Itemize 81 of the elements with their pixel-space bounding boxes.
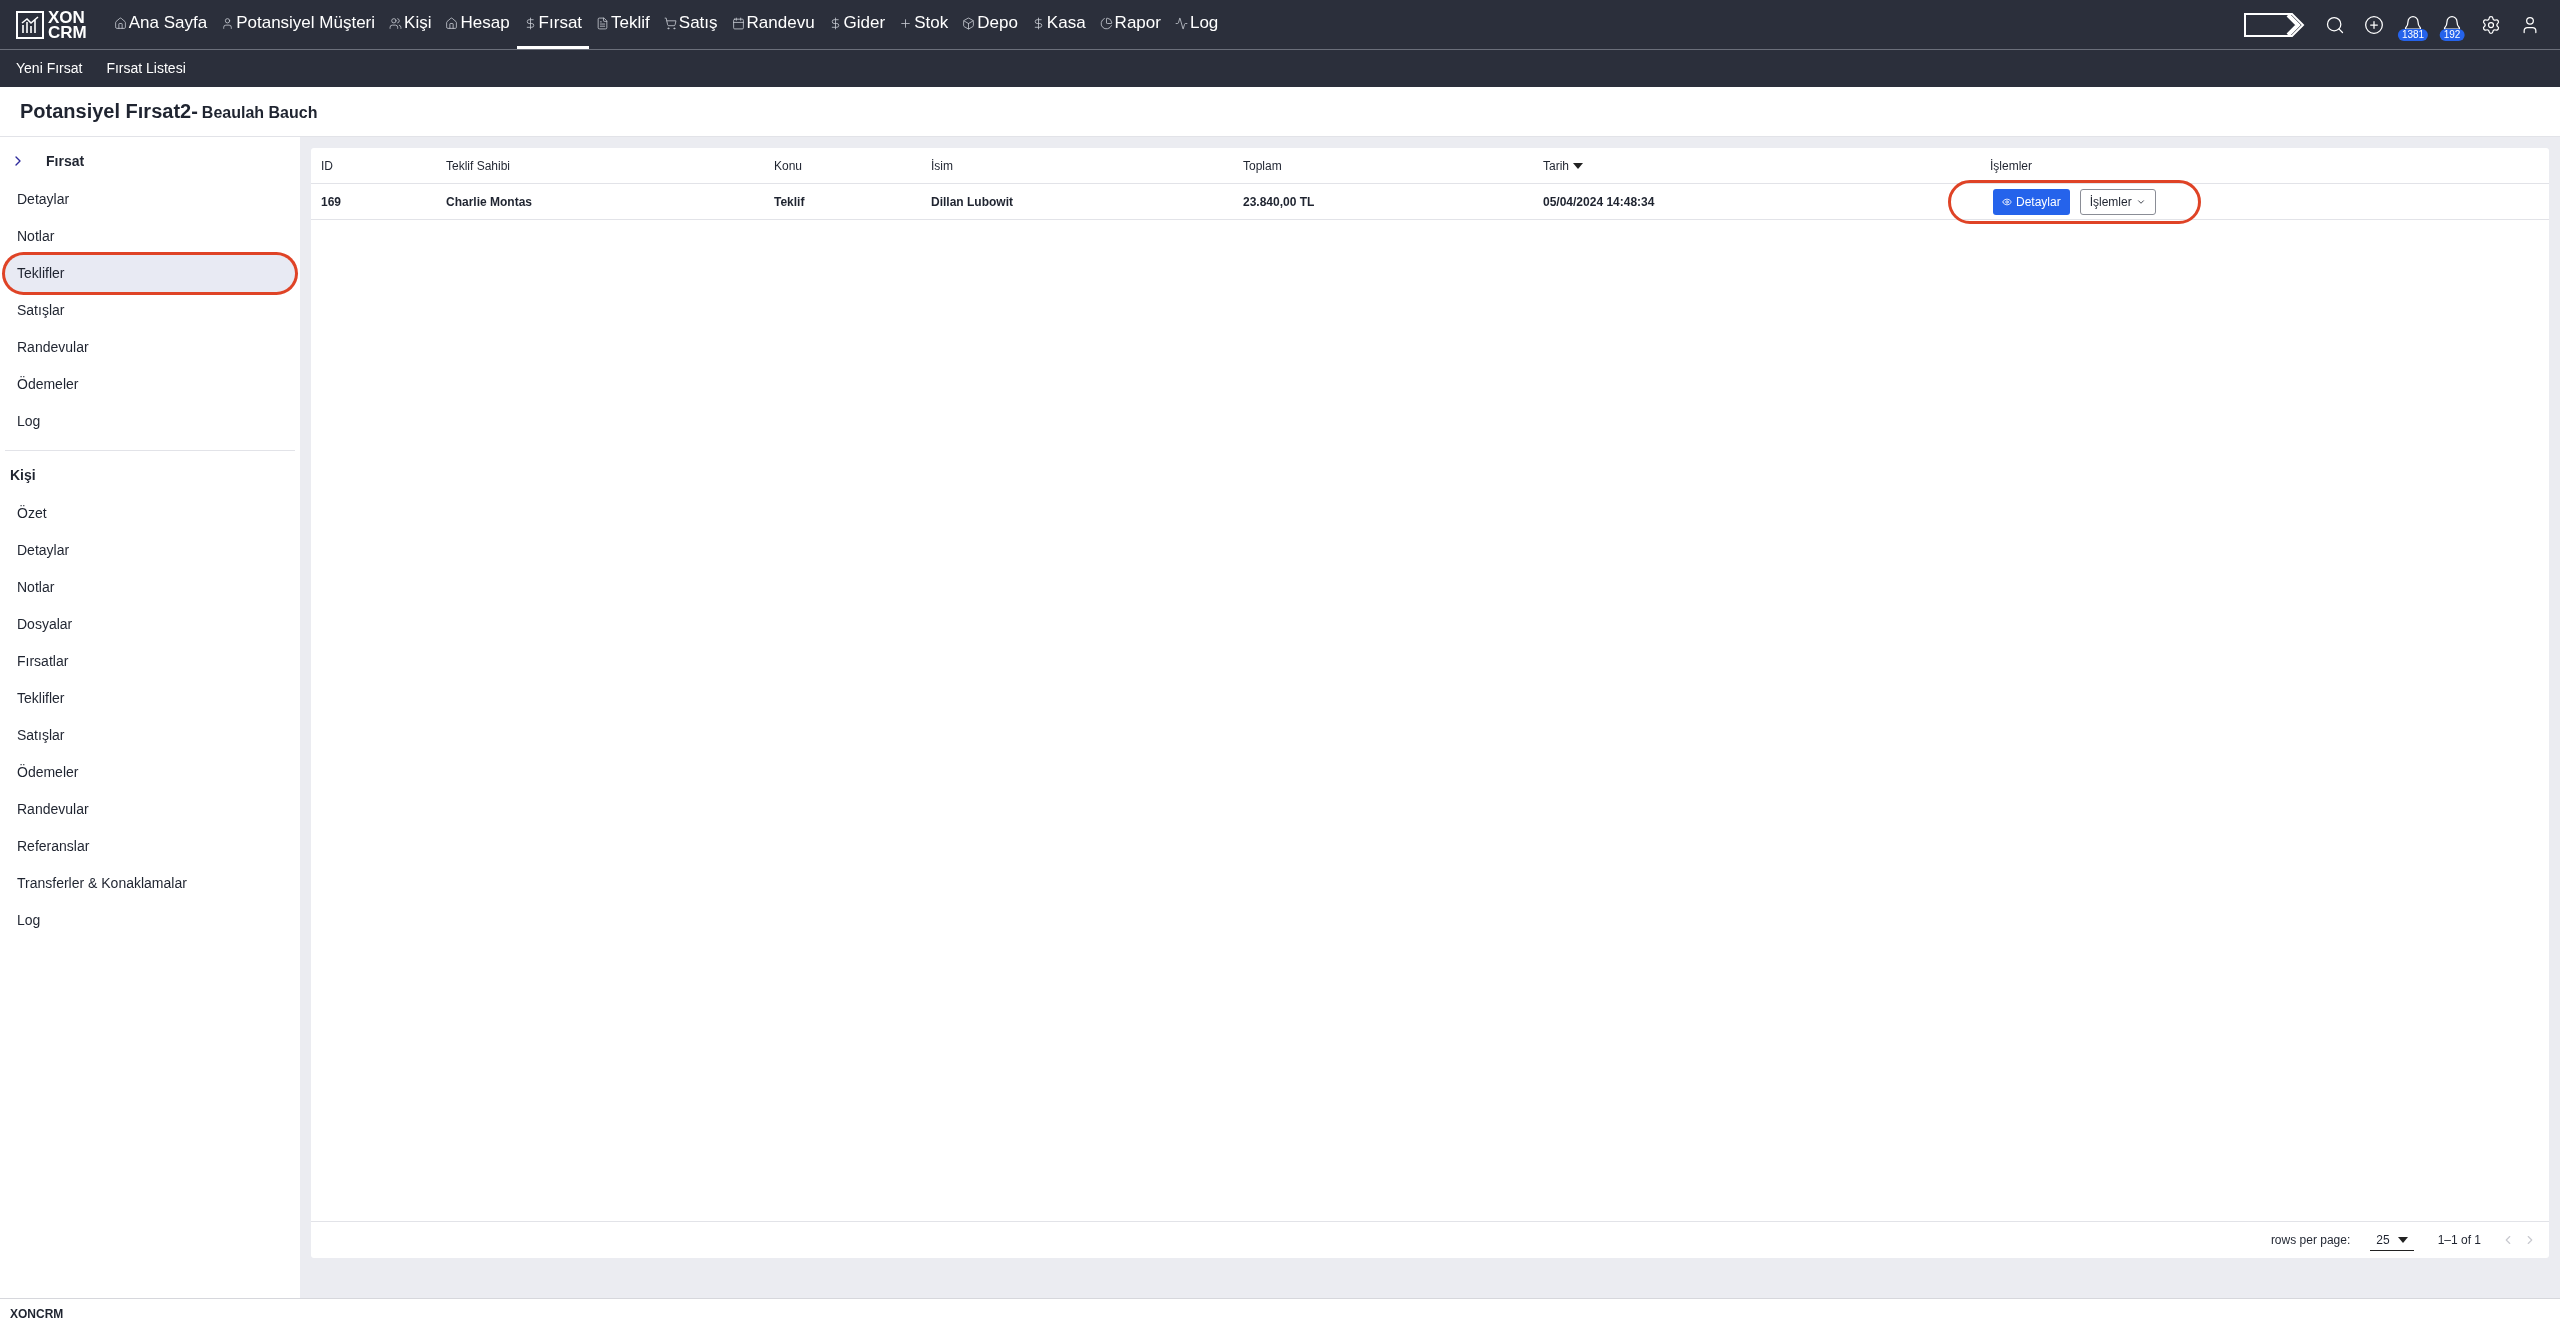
column-header[interactable]: Konu: [774, 156, 803, 175]
caret-icon: [2397, 1236, 2408, 1243]
house-icon: [445, 16, 459, 30]
plus-icon: [899, 16, 913, 30]
column-header[interactable]: Teklif Sahibi: [446, 156, 511, 175]
subnav-link[interactable]: Fırsat Listesi: [106, 58, 186, 79]
nav-tab[interactable]: Teklif: [589, 0, 657, 49]
nav-tab[interactable]: Stok: [892, 0, 956, 49]
eye-icon: [2002, 196, 2012, 207]
person-icon: [221, 16, 235, 30]
sidebar-item[interactable]: Randevular: [5, 791, 295, 828]
sidebar-item[interactable]: Teklifler: [5, 255, 295, 292]
logo[interactable]: XON CRM: [16, 9, 87, 40]
table-cell: Charlie Montas: [446, 194, 532, 209]
sidebar-item[interactable]: Ödemeler: [5, 366, 295, 403]
subnav-link[interactable]: Yeni Fırsat: [16, 58, 83, 79]
nav-tab[interactable]: Depo: [955, 0, 1025, 49]
sidebar-item[interactable]: Log: [5, 902, 295, 939]
sidebar-item[interactable]: Özet: [5, 495, 295, 532]
sidebar-item[interactable]: Fırsatlar: [5, 643, 295, 680]
sidebar-item[interactable]: Referanslar: [5, 828, 295, 865]
sidebar-item[interactable]: Detaylar: [5, 181, 295, 218]
page-range: 1–1 of 1: [2437, 1232, 2481, 1249]
rows-per-page-label: rows per page:: [2270, 1232, 2351, 1249]
rows-per-page-select[interactable]: 25: [2370, 1229, 2414, 1251]
bar-chart-icon: [16, 10, 44, 39]
notification-badge: 1381: [2397, 28, 2429, 41]
add-icon[interactable]: [2364, 14, 2384, 35]
pulse-icon: [1174, 16, 1188, 30]
column-header[interactable]: Tarih: [1543, 156, 1569, 175]
sidebar-heading: Fırsat: [46, 151, 85, 171]
people-icon: [389, 16, 403, 30]
page-title: Potansiyel Fırsat2-: [20, 101, 198, 121]
nav-tab[interactable]: Rapor: [1092, 0, 1168, 49]
sidebar-item[interactable]: Teklifler: [5, 680, 295, 717]
sort-down-icon[interactable]: [1573, 162, 1583, 169]
nav-tab[interactable]: Kasa: [1024, 0, 1093, 49]
nav-tab[interactable]: Log: [1167, 0, 1226, 49]
footer-text: XONCRM: [10, 1305, 64, 1323]
actions-dropdown[interactable]: İşlemler: [2079, 188, 2156, 215]
cart-icon: [663, 16, 677, 30]
nav-tab[interactable]: Ana Sayfa: [106, 0, 215, 49]
sidebar-item[interactable]: Detaylar: [5, 532, 295, 569]
sidebar-item[interactable]: Transferler & Konaklamalar: [5, 865, 295, 902]
sidebar-heading: Kişi: [10, 465, 36, 485]
logo-text: XON: [48, 9, 85, 25]
sidebar-item[interactable]: Satışlar: [5, 292, 295, 329]
sidebar-item[interactable]: Dosyalar: [5, 606, 295, 643]
column-header[interactable]: Toplam: [1243, 156, 1282, 175]
document-icon: [596, 16, 610, 30]
pie-chart-icon: [1099, 16, 1113, 30]
table-cell: 169: [321, 194, 342, 209]
logo-text: CRM: [48, 24, 87, 40]
cube-icon: [962, 16, 976, 30]
settings-icon[interactable]: [2481, 14, 2501, 35]
calendar-icon: [731, 16, 745, 30]
sidebar-item[interactable]: Randevular: [5, 329, 295, 366]
house-icon: [113, 16, 127, 30]
nav-tab[interactable]: Randevu: [724, 0, 822, 49]
nav-tab[interactable]: Hesap: [438, 0, 517, 49]
table-cell: 23.840,00 TL: [1243, 194, 1315, 209]
notification-badge: 192: [2439, 28, 2465, 41]
nav-tab[interactable]: Satış: [656, 0, 725, 49]
search-icon[interactable]: [2325, 14, 2345, 35]
sidebar-item[interactable]: Ödemeler: [5, 754, 295, 791]
nav-tab[interactable]: Gider: [821, 0, 893, 49]
column-header[interactable]: İşlemler: [1990, 156, 2032, 175]
table-cell: Teklif: [774, 194, 805, 209]
nav-tab[interactable]: Kişi: [382, 0, 439, 49]
page-subtitle: Beaulah Bauch: [201, 105, 318, 121]
sidebar-item[interactable]: Notlar: [5, 569, 295, 606]
details-button[interactable]: Detaylar: [1993, 188, 2070, 215]
sidebar-item[interactable]: Log: [5, 403, 295, 440]
column-header[interactable]: ID: [321, 156, 333, 175]
column-header[interactable]: İsim: [931, 156, 953, 175]
nav-tab[interactable]: Potansiyel Müşteri: [214, 0, 383, 49]
sidebar-item[interactable]: Satışlar: [5, 717, 295, 754]
arrow-shape-icon[interactable]: [2244, 11, 2306, 38]
sidebar-item[interactable]: Notlar: [5, 218, 295, 255]
table-cell: 05/04/2024 14:48:34: [1543, 194, 1655, 209]
table-cell: Dillan Lubowit: [931, 194, 1013, 209]
